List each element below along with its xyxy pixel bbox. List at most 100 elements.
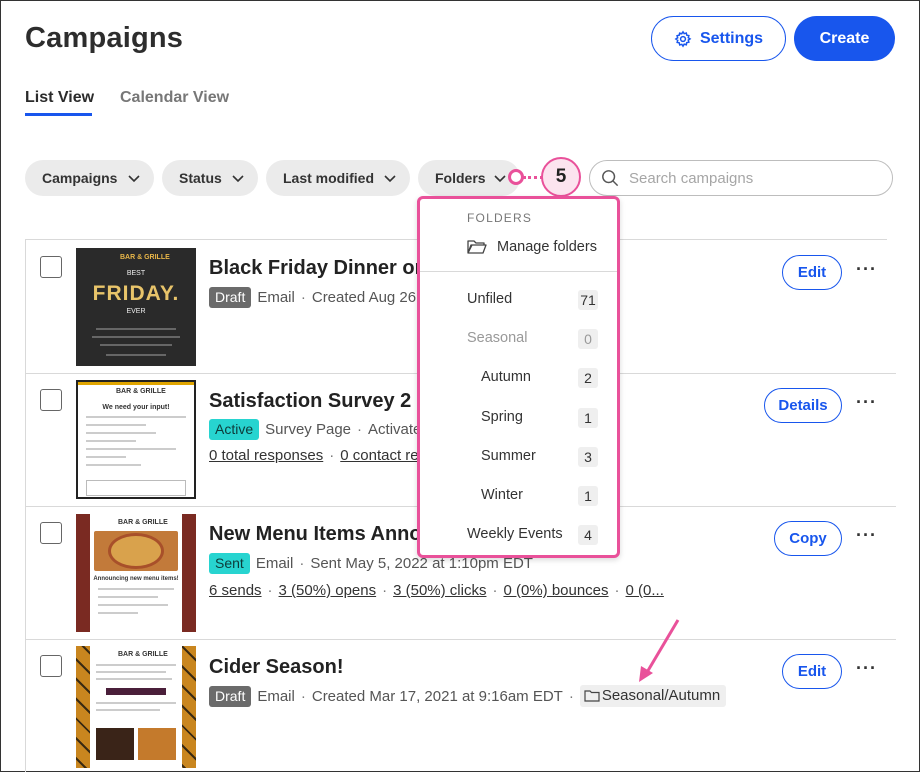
row-checkbox[interactable] [40,389,62,411]
campaign-meta: Active Survey Page · Activate [209,419,421,440]
separator: · [267,582,273,599]
campaign-stats: 0 total responses · 0 contact res [209,447,426,464]
campaign-title[interactable]: Satisfaction Survey 2 [209,390,411,413]
thumb-line [92,336,180,338]
filter-last-modified[interactable]: Last modified [266,160,410,196]
campaign-meta: Draft Email · Created Aug 26, [209,287,420,308]
campaign-thumbnail: BAR & GRILLE We need your input! [76,380,196,499]
filter-status-label: Status [179,170,222,186]
gear-icon [674,30,692,48]
folder-count: 1 [578,408,598,428]
stat-link[interactable]: 3 (50%) clicks [393,582,486,599]
campaign-detail: Activate [368,421,422,438]
copy-button[interactable]: Copy [774,521,842,556]
thumb-line [98,588,174,590]
folder-item-spring[interactable]: Spring [481,409,523,425]
folder-open-icon [467,240,487,254]
annotation-arrow-icon [639,619,680,682]
folder-count: 1 [578,486,598,506]
campaign-type: Email [257,687,295,705]
pizza-image [94,531,178,571]
thumb-bar [78,382,194,385]
thumb-line [100,344,172,346]
manage-folders-item[interactable]: Manage folders [467,239,597,255]
callout-number-badge: 5 [541,157,581,197]
settings-button[interactable]: Settings [651,16,786,61]
search-input[interactable] [629,169,869,187]
details-button[interactable]: Details [764,388,842,423]
campaign-detail: Created Mar 17, 2021 at 9:16am EDT [311,687,563,705]
campaign-title[interactable]: New Menu Items Anno [209,523,422,546]
thumb-line [96,671,166,673]
stat-link[interactable]: 0 contact res [340,447,426,464]
thumb-line [96,664,176,666]
edit-button[interactable]: Edit [782,255,842,290]
thumb-bottom-text: EVER [126,308,146,315]
thumb-line [86,448,176,450]
tab-calendar-view[interactable]: Calendar View [120,89,229,107]
edit-button[interactable]: Edit [782,654,842,689]
campaign-type: Survey Page [265,421,352,438]
folder-item-weekly-events[interactable]: Weekly Events [467,526,563,542]
stat-link[interactable]: 6 sends [209,582,262,599]
folder-icon [584,689,600,702]
thumb-heading: Announcing new menu items! [93,576,179,582]
thumb-line [86,456,126,458]
status-badge: Draft [209,685,252,707]
campaign-title[interactable]: Black Friday Dinner or [209,257,422,280]
campaign-type: Email [257,289,295,306]
brand-logo: BAR & GRILLE [120,254,170,261]
chevron-down-icon [384,175,396,183]
filter-campaigns[interactable]: Campaigns [25,160,154,196]
thumb-main-text: FRIDAY. [92,282,180,305]
separator: · [492,582,498,599]
filter-status[interactable]: Status [162,160,258,196]
row-checkbox[interactable] [40,522,62,544]
more-options-icon[interactable]: ··· [856,259,877,280]
folder-item-winter[interactable]: Winter [481,487,523,503]
folder-item-seasonal[interactable]: Seasonal [467,330,527,346]
stat-link[interactable]: 0 (0%) bounces [503,582,608,599]
thumb-button [106,688,166,695]
separator: · [299,555,305,572]
more-options-icon[interactable]: ··· [856,658,877,679]
dropdown-heading: FOLDERS [467,211,533,225]
folder-tag[interactable]: Seasonal/Autumn [579,685,727,707]
folder-item-summer[interactable]: Summer [481,448,536,464]
thumb-line [96,328,176,330]
callout-connector [523,176,543,179]
stat-link[interactable]: 0 (0... [626,582,664,599]
more-options-icon[interactable]: ··· [856,525,877,546]
campaign-row[interactable]: BAR & GRILLE Cider Season! Draft Email ·… [26,640,896,772]
filter-campaigns-label: Campaigns [42,170,118,186]
thumb-line [98,596,158,598]
row-checkbox[interactable] [40,256,62,278]
separator: · [329,447,335,464]
callout-anchor-dot [508,169,524,185]
campaign-title[interactable]: Cider Season! [209,656,343,679]
filter-last-modified-label: Last modified [283,170,375,186]
create-button[interactable]: Create [794,16,895,61]
stat-link[interactable]: 0 total responses [209,447,323,464]
thumb-line [86,424,146,426]
thumb-line [86,440,136,442]
filter-folders[interactable]: Folders [418,160,520,196]
thumb-heading: We need your input! [102,404,170,411]
more-options-icon[interactable]: ··· [856,392,877,413]
tab-list-view[interactable]: List View [25,89,94,107]
campaign-thumbnail: BAR & GRILLE BEST FRIDAY. EVER [76,248,196,366]
folder-item-unfiled[interactable]: Unfiled [467,291,512,307]
divider [420,271,617,272]
folder-count: 0 [578,329,598,349]
separator: · [357,421,363,438]
thumb-line [86,432,156,434]
thumb-line [98,612,138,614]
folder-count: 71 [578,290,598,310]
separator: · [300,289,306,306]
folder-item-autumn[interactable]: Autumn [481,369,531,385]
row-checkbox[interactable] [40,655,62,677]
status-badge: Active [209,419,260,440]
separator: · [614,582,620,599]
stat-link[interactable]: 3 (50%) opens [279,582,377,599]
search-box[interactable] [589,160,893,196]
